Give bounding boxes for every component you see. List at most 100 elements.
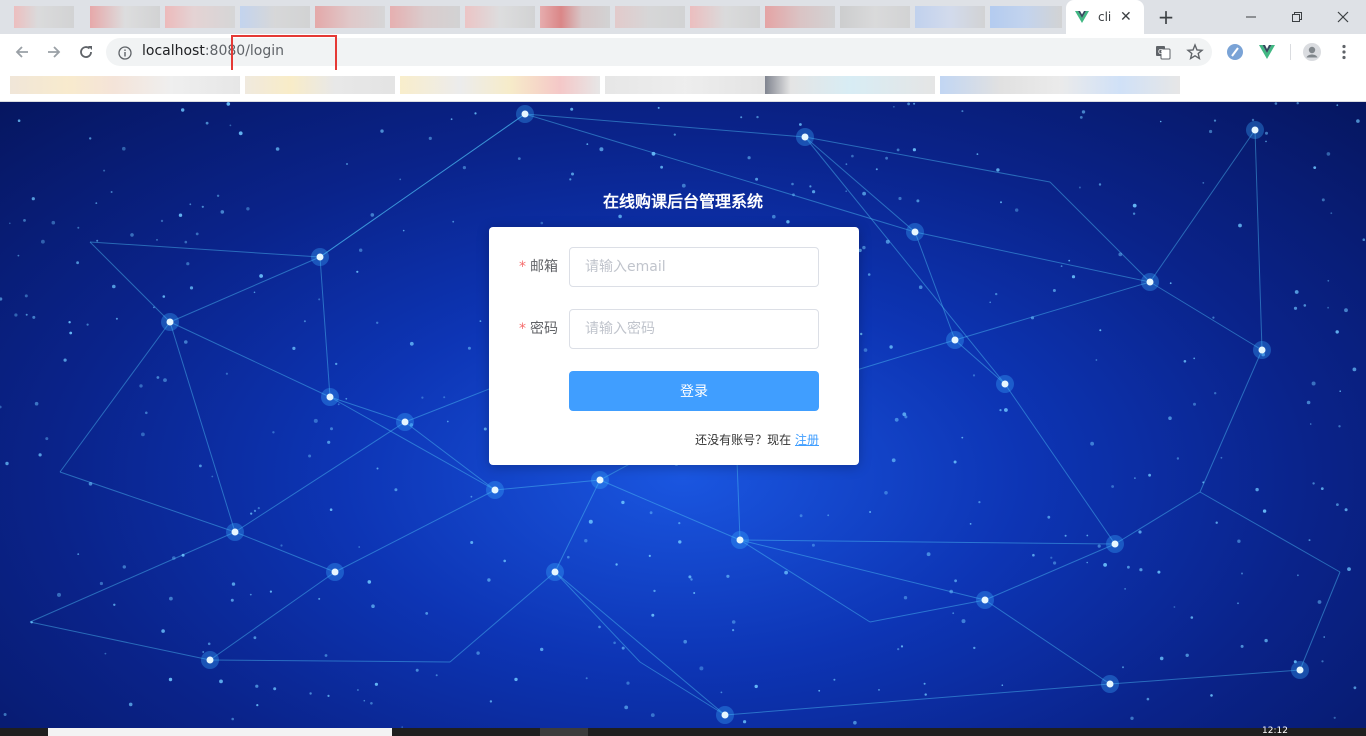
network-dot <box>421 396 424 399</box>
blurred-bookmark[interactable] <box>245 76 395 94</box>
close-window-icon[interactable] <box>1320 0 1366 34</box>
network-dot <box>327 440 331 444</box>
network-line <box>234 421 406 533</box>
blurred-bookmark[interactable] <box>605 76 765 94</box>
network-dot <box>1132 212 1136 215</box>
network-dot <box>273 687 277 691</box>
register-link[interactable]: 注册 <box>795 433 819 447</box>
network-node <box>551 568 559 576</box>
network-dot <box>32 315 36 319</box>
blurred-tab[interactable] <box>465 6 535 28</box>
network-node <box>1146 278 1154 286</box>
blurred-bookmark[interactable] <box>765 76 935 94</box>
network-dot <box>14 313 18 317</box>
network-dot <box>913 102 916 105</box>
blurred-tab[interactable] <box>90 6 160 28</box>
network-dot <box>470 541 474 544</box>
taskbar-search-box[interactable] <box>48 728 392 736</box>
network-dot <box>211 475 214 478</box>
restore-icon[interactable] <box>1274 0 1320 34</box>
blurred-tab[interactable] <box>990 6 1062 28</box>
network-dot <box>99 581 103 586</box>
active-tab[interactable]: cli ✕ <box>1066 0 1144 34</box>
network-line <box>554 479 601 573</box>
network-dot <box>894 417 899 422</box>
network-dot <box>690 578 693 581</box>
blurred-tab[interactable] <box>765 6 835 28</box>
network-dot <box>96 239 99 242</box>
network-dot <box>160 219 164 223</box>
network-node <box>491 486 499 494</box>
network-dot <box>161 629 165 633</box>
network-line <box>329 396 496 491</box>
network-dot <box>34 401 39 406</box>
forward-arrow-icon[interactable] <box>42 40 66 64</box>
network-dot <box>588 519 593 524</box>
blurred-tab[interactable] <box>540 6 610 28</box>
network-dot <box>540 647 544 652</box>
blurred-tab[interactable] <box>615 6 685 28</box>
blurred-tab[interactable] <box>690 6 760 28</box>
network-dot <box>255 684 259 688</box>
network-dot <box>103 169 106 172</box>
blurred-tab[interactable] <box>14 6 74 28</box>
star-icon[interactable] <box>1186 43 1204 61</box>
network-node <box>166 318 174 326</box>
email-input[interactable] <box>569 247 819 287</box>
network-dot <box>467 346 471 350</box>
blurred-bookmark[interactable] <box>940 76 1180 94</box>
network-dot <box>567 555 570 559</box>
network-dot <box>77 226 80 229</box>
password-input[interactable] <box>569 309 819 349</box>
network-node <box>521 110 529 118</box>
minimize-icon[interactable] <box>1228 0 1274 34</box>
network-dot <box>1122 666 1124 669</box>
network-dot <box>402 229 405 232</box>
blurred-tab[interactable] <box>165 6 235 28</box>
network-dot <box>683 639 687 644</box>
new-tab-plus-icon[interactable]: + <box>1155 6 1177 28</box>
network-dot <box>1237 539 1241 543</box>
network-dot <box>181 108 185 112</box>
network-dot <box>621 500 625 505</box>
login-button[interactable]: 登录 <box>569 371 819 411</box>
network-dot <box>1103 563 1107 567</box>
network-dot <box>584 539 588 543</box>
network-dot <box>358 546 361 548</box>
network-dot <box>1306 400 1311 405</box>
network-dot <box>875 168 878 171</box>
blurred-tab[interactable] <box>315 6 385 28</box>
network-line <box>209 571 336 661</box>
network-node <box>721 711 729 719</box>
blurred-tab[interactable] <box>240 6 310 28</box>
network-node <box>1251 126 1259 134</box>
url-path: /login <box>245 43 285 59</box>
reload-icon[interactable] <box>74 40 98 64</box>
network-dot <box>660 165 663 169</box>
profile-icon[interactable] <box>1302 42 1322 62</box>
network-dot <box>1335 330 1339 334</box>
network-dot <box>272 431 275 434</box>
network-dot <box>1053 561 1057 565</box>
network-dot <box>371 604 375 608</box>
translate-icon[interactable]: G <box>1154 43 1172 61</box>
back-arrow-icon[interactable] <box>10 40 34 64</box>
vue-devtools-icon[interactable] <box>1257 42 1277 62</box>
taskbar-app-button[interactable] <box>540 728 588 736</box>
blurred-bookmark[interactable] <box>10 76 240 94</box>
network-dot <box>483 427 487 431</box>
address-bar[interactable]: localhost:8080/login G <box>106 35 1212 76</box>
blurred-tab[interactable] <box>915 6 985 28</box>
info-icon[interactable] <box>118 45 132 60</box>
blurred-bookmark[interactable] <box>400 76 600 94</box>
network-dot <box>30 621 33 624</box>
network-dot <box>145 411 148 415</box>
blurred-tab[interactable] <box>390 6 460 28</box>
network-dot <box>1185 653 1189 657</box>
url-text[interactable]: localhost:8080/login <box>142 43 284 59</box>
network-dot <box>1347 567 1351 571</box>
menu-icon[interactable] <box>1334 42 1354 62</box>
tab-close-icon[interactable]: ✕ <box>1120 10 1132 24</box>
extension-icon[interactable] <box>1225 42 1245 62</box>
blurred-tab[interactable] <box>840 6 910 28</box>
